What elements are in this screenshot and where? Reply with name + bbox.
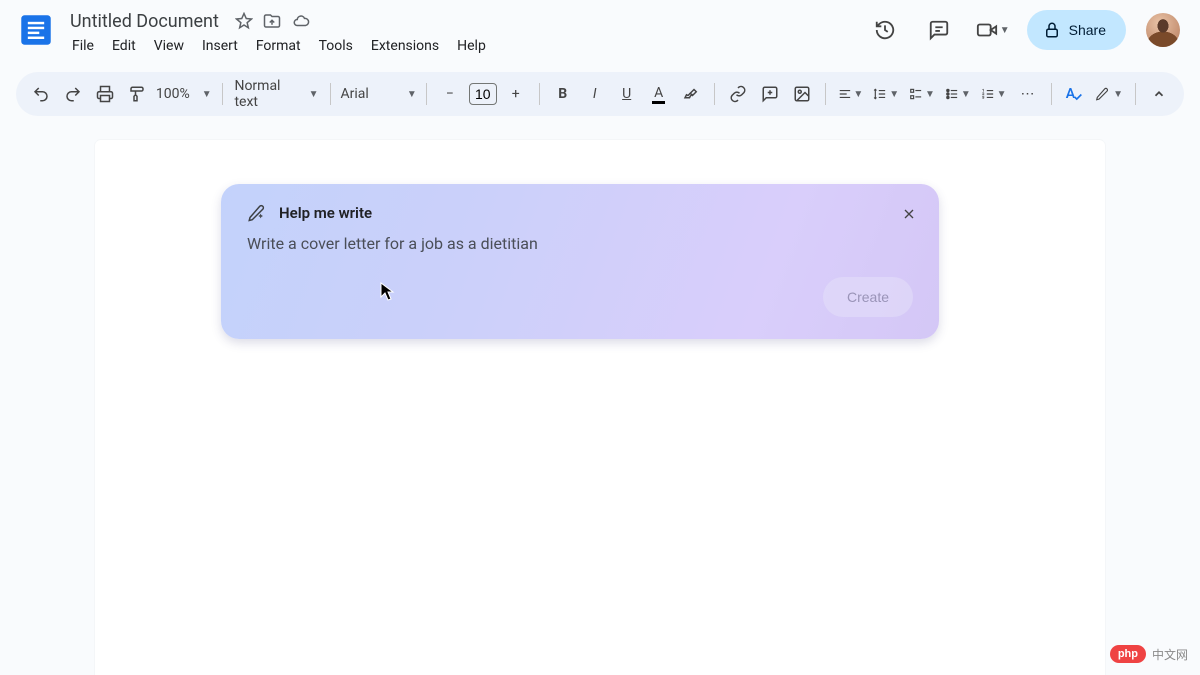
chevron-down-icon: ▼ xyxy=(853,89,863,100)
app-header: Untitled Document File Edit View Insert … xyxy=(0,0,1200,64)
app-root: Untitled Document File Edit View Insert … xyxy=(0,0,1200,675)
help-me-write-card: Help me write Write a cover letter for a… xyxy=(221,184,939,339)
underline-button[interactable]: U xyxy=(612,79,642,109)
meet-dropdown[interactable]: ▼ xyxy=(973,10,1013,50)
menu-edit[interactable]: Edit xyxy=(104,34,144,58)
line-spacing-dropdown[interactable]: ▼ xyxy=(869,79,903,109)
chevron-down-icon: ▼ xyxy=(1113,89,1123,100)
separator xyxy=(330,83,331,105)
spellcheck-button[interactable]: A xyxy=(1059,79,1089,109)
checklist-dropdown[interactable]: ▼ xyxy=(905,79,939,109)
zoom-dropdown[interactable]: 100% ▼ xyxy=(154,79,214,109)
menu-file[interactable]: File xyxy=(64,34,102,58)
cloud-status-icon[interactable] xyxy=(291,12,311,30)
chevron-down-icon: ▼ xyxy=(961,89,971,100)
paint-format-button[interactable] xyxy=(122,79,152,109)
menu-format[interactable]: Format xyxy=(248,34,309,58)
menu-bar: File Edit View Insert Format Tools Exten… xyxy=(64,34,861,58)
zoom-value: 100% xyxy=(156,86,190,102)
menu-insert[interactable]: Insert xyxy=(194,34,246,58)
style-value: Normal text xyxy=(234,78,300,110)
star-icon[interactable] xyxy=(235,12,253,30)
chevron-down-icon: ▼ xyxy=(202,89,212,100)
paragraph-style-dropdown[interactable]: Normal text ▼ xyxy=(230,79,322,109)
font-value: Arial xyxy=(341,86,369,102)
header-actions: ▼ Share xyxy=(865,8,1184,50)
insert-image-button[interactable] xyxy=(787,79,817,109)
svg-text:3: 3 xyxy=(982,95,985,100)
menu-extensions[interactable]: Extensions xyxy=(363,34,447,58)
separator xyxy=(1135,83,1136,105)
separator xyxy=(825,83,826,105)
separator xyxy=(539,83,540,105)
close-icon xyxy=(901,206,917,222)
more-tools-button[interactable]: ⋯ xyxy=(1013,79,1043,109)
menu-tools[interactable]: Tools xyxy=(311,34,361,58)
close-button[interactable] xyxy=(895,200,923,228)
chevron-down-icon: ▼ xyxy=(407,89,417,100)
create-button[interactable]: Create xyxy=(823,277,913,317)
chevron-down-icon: ▼ xyxy=(889,89,899,100)
separator xyxy=(426,83,427,105)
collapse-toolbar-button[interactable] xyxy=(1144,79,1174,109)
redo-button[interactable] xyxy=(58,79,88,109)
font-size-decrease[interactable]: − xyxy=(435,79,465,109)
insert-link-button[interactable] xyxy=(723,79,753,109)
lock-icon xyxy=(1043,21,1061,39)
chevron-down-icon: ▼ xyxy=(997,89,1007,100)
highlight-button[interactable] xyxy=(676,79,706,109)
help-card-footer: Create xyxy=(247,277,913,317)
document-canvas[interactable]: Help me write Write a cover letter for a… xyxy=(0,116,1200,675)
print-button[interactable] xyxy=(90,79,120,109)
font-size-control: − + xyxy=(435,79,531,109)
history-icon[interactable] xyxy=(865,10,905,50)
title-row: Untitled Document xyxy=(64,8,861,34)
help-card-header: Help me write xyxy=(247,204,913,222)
watermark: php 中文网 xyxy=(1110,645,1188,663)
toolbar: 100%▼ Normal text▼ Arial▼ − + B I U A ▼ … xyxy=(16,72,1184,116)
font-size-input[interactable] xyxy=(469,83,497,105)
document-title[interactable]: Untitled Document xyxy=(64,9,225,34)
help-card-title: Help me write xyxy=(279,204,372,222)
undo-button[interactable] xyxy=(26,79,56,109)
numbered-list-dropdown[interactable]: 123▼ xyxy=(977,79,1011,109)
title-area: Untitled Document File Edit View Insert … xyxy=(60,8,861,58)
separator xyxy=(1051,83,1052,105)
chevron-down-icon: ▼ xyxy=(309,89,319,100)
share-label: Share xyxy=(1069,22,1106,38)
chevron-down-icon: ▼ xyxy=(1000,25,1010,36)
bulleted-list-dropdown[interactable]: ▼ xyxy=(941,79,975,109)
watermark-text: 中文网 xyxy=(1152,646,1188,663)
menu-view[interactable]: View xyxy=(146,34,192,58)
text-color-button[interactable]: A xyxy=(644,79,674,109)
account-avatar[interactable] xyxy=(1146,13,1180,47)
align-dropdown[interactable]: ▼ xyxy=(834,79,868,109)
separator xyxy=(222,83,223,105)
watermark-logo: php xyxy=(1110,645,1146,663)
bold-button[interactable]: B xyxy=(548,79,578,109)
document-page[interactable]: Help me write Write a cover letter for a… xyxy=(95,140,1105,675)
move-icon[interactable] xyxy=(263,12,281,30)
italic-button[interactable]: I xyxy=(580,79,610,109)
docs-app-icon[interactable] xyxy=(16,10,56,50)
separator xyxy=(714,83,715,105)
pencil-magic-icon xyxy=(247,204,265,222)
insert-comment-button[interactable] xyxy=(755,79,785,109)
editing-mode-dropdown[interactable]: ▼ xyxy=(1091,79,1127,109)
chevron-down-icon: ▼ xyxy=(925,89,935,100)
font-size-increase[interactable]: + xyxy=(501,79,531,109)
share-button[interactable]: Share xyxy=(1027,10,1126,50)
comments-icon[interactable] xyxy=(919,10,959,50)
font-dropdown[interactable]: Arial ▼ xyxy=(339,79,417,109)
prompt-input[interactable]: Write a cover letter for a job as a diet… xyxy=(247,234,913,253)
menu-help[interactable]: Help xyxy=(449,34,494,58)
